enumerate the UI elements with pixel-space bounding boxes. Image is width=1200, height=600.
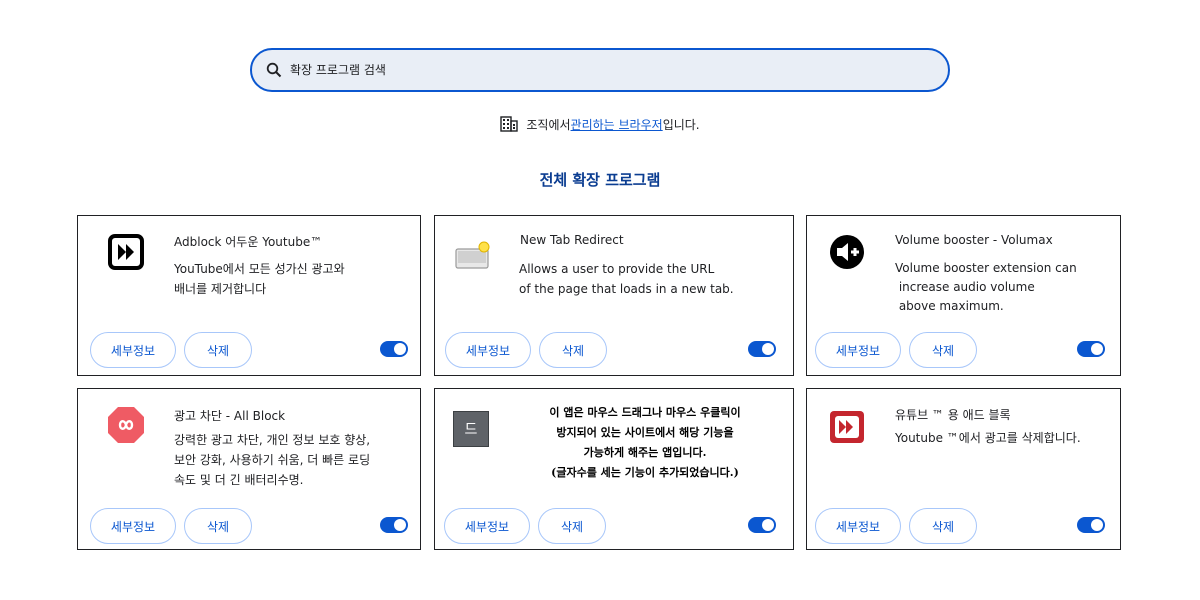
search-icon — [266, 61, 284, 79]
drag-enable-icon: 드 — [453, 411, 489, 447]
extension-name: New Tab Redirect — [520, 233, 624, 247]
extension-card-volume-booster: Volume booster - Volumax Volume booster … — [806, 215, 1121, 376]
extension-name: Adblock 어두운 Youtube™ — [174, 235, 323, 249]
enable-toggle[interactable] — [1077, 341, 1105, 357]
extension-description: Volume booster extension can increase au… — [895, 261, 1077, 313]
all-block-icon — [106, 405, 146, 445]
search-bar[interactable] — [250, 48, 950, 92]
toggle-knob — [762, 343, 774, 355]
remove-button[interactable]: 삭제 — [909, 508, 977, 544]
enable-toggle[interactable] — [748, 517, 776, 533]
enable-toggle[interactable] — [380, 517, 408, 533]
extension-card-new-tab-redirect: New Tab Redirect Allows a user to provid… — [434, 215, 794, 376]
extension-description: Allows a user to provide the URL of the … — [519, 262, 734, 296]
extension-name: 유튜브 ™ 용 애드 블록 — [895, 408, 1011, 422]
extension-card-drag-enable: 드 이 앱은 마우스 드래그나 마우스 우클릭이 방지되어 있는 사이트에서 해… — [434, 388, 794, 550]
remove-button[interactable]: 삭제 — [909, 332, 977, 368]
details-button[interactable]: 세부정보 — [444, 508, 530, 544]
volume-booster-icon — [827, 232, 867, 272]
extension-description: YouTube에서 모든 성가신 광고와 배너를 제거합니다 — [174, 262, 345, 296]
search-input[interactable] — [290, 63, 890, 77]
toggle-knob — [394, 519, 406, 531]
managed-suffix: 입니다. — [662, 117, 700, 132]
enable-toggle[interactable] — [1077, 517, 1105, 533]
new-tab-redirect-icon — [453, 236, 493, 276]
enable-toggle[interactable] — [380, 341, 408, 357]
toggle-knob — [1091, 519, 1103, 531]
managed-browser-link[interactable]: 관리하는 브라우저 — [571, 116, 663, 133]
remove-button[interactable]: 삭제 — [538, 508, 606, 544]
remove-button[interactable]: 삭제 — [184, 332, 252, 368]
youtube-adblock-icon — [827, 407, 867, 447]
drag-enable-icon-letter: 드 — [464, 422, 478, 438]
toggle-knob — [1091, 343, 1103, 355]
extension-card-all-block: 광고 차단 - All Block 강력한 광고 차단, 개인 정보 보호 향상… — [77, 388, 421, 550]
remove-button[interactable]: 삭제 — [539, 332, 607, 368]
building-icon — [500, 116, 519, 132]
section-title: 전체 확장 프로그램 — [539, 171, 661, 189]
managed-notice: 조직에서 관리하는 브라우저 입니다. — [0, 114, 1200, 134]
details-button[interactable]: 세부정보 — [815, 332, 901, 368]
extension-card-youtube-adblock: 유튜브 ™ 용 애드 블록 Youtube ™에서 광고를 삭제합니다. 세부정… — [806, 388, 1121, 550]
extension-name: 광고 차단 - All Block — [174, 409, 286, 423]
managed-prefix: 조직에서 — [526, 117, 571, 132]
enable-toggle[interactable] — [748, 341, 776, 357]
details-button[interactable]: 세부정보 — [90, 508, 176, 544]
toggle-knob — [394, 343, 406, 355]
extension-name: Volume booster - Volumax — [895, 233, 1053, 247]
adblock-dark-icon — [106, 232, 146, 272]
extension-description: 강력한 광고 차단, 개인 정보 보호 향상, 보안 강화, 사용하기 쉬움, … — [174, 433, 371, 487]
extension-description: 이 앱은 마우스 드래그나 마우스 우클릭이 방지되어 있는 사이트에서 해당 … — [549, 406, 741, 479]
extension-description: Youtube ™에서 광고를 삭제합니다. — [895, 431, 1081, 445]
details-button[interactable]: 세부정보 — [815, 508, 901, 544]
details-button[interactable]: 세부정보 — [445, 332, 531, 368]
remove-button[interactable]: 삭제 — [184, 508, 252, 544]
toggle-knob — [762, 519, 774, 531]
extension-card-adblock-dark: Adblock 어두운 Youtube™ YouTube에서 모든 성가신 광고… — [77, 215, 421, 376]
details-button[interactable]: 세부정보 — [90, 332, 176, 368]
